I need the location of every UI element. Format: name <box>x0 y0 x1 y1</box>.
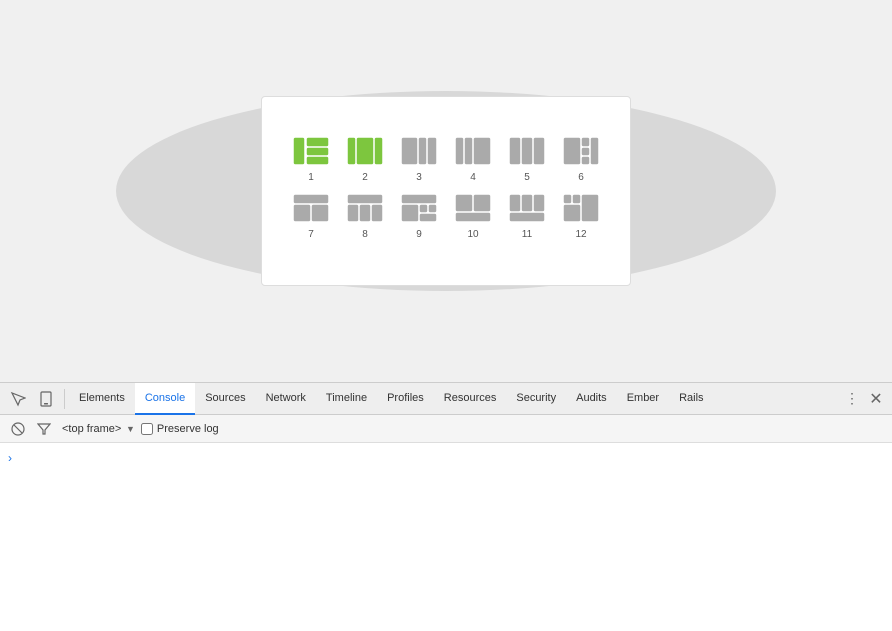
grid-item-9[interactable]: 9 <box>398 191 440 240</box>
grid-row-1: 1 2 <box>290 134 602 183</box>
layout-icon-4 <box>452 134 494 168</box>
tab-ember[interactable]: Ember <box>617 383 669 415</box>
preserve-log-checkbox[interactable] <box>141 423 153 435</box>
grid-item-1[interactable]: 1 <box>290 134 332 183</box>
grid-label-2: 2 <box>362 172 368 183</box>
grid-item-8[interactable]: 8 <box>344 191 386 240</box>
frame-select-input[interactable]: <top frame> <box>60 423 124 435</box>
grid-item-5[interactable]: 5 <box>506 134 548 183</box>
console-prompt[interactable]: › <box>8 447 884 469</box>
grid-label-3: 3 <box>416 172 422 183</box>
layout-icon-1 <box>290 134 332 168</box>
layout-icon-3 <box>398 134 440 168</box>
tab-profiles[interactable]: Profiles <box>377 383 434 415</box>
grid-label-1: 1 <box>308 172 314 183</box>
devtools-panel: Elements Console Sources Network Timelin… <box>0 382 892 631</box>
console-content: › <box>0 443 892 631</box>
grid-item-3[interactable]: 3 <box>398 134 440 183</box>
layout-icon-12 <box>560 191 602 225</box>
grid-label-10: 10 <box>467 229 478 240</box>
layout-icon-2 <box>344 134 386 168</box>
grid-label-7: 7 <box>308 229 314 240</box>
more-options-button[interactable]: ⋮ <box>840 385 864 413</box>
grid-label-8: 8 <box>362 229 368 240</box>
layout-icon-6 <box>560 134 602 168</box>
layout-panel: 1 2 <box>261 96 631 286</box>
main-content: 1 2 <box>0 0 892 382</box>
frame-dropdown-arrow: ▼ <box>126 424 135 434</box>
tab-security[interactable]: Security <box>506 383 566 415</box>
grid-row-2: 7 8 <box>290 191 602 240</box>
grid-item-7[interactable]: 7 <box>290 191 332 240</box>
layout-icon-8 <box>344 191 386 225</box>
tab-divider <box>64 389 65 409</box>
grid-item-4[interactable]: 4 <box>452 134 494 183</box>
tab-audits[interactable]: Audits <box>566 383 617 415</box>
tab-timeline[interactable]: Timeline <box>316 383 377 415</box>
console-toolbar: <top frame> ▼ Preserve log <box>0 415 892 443</box>
devtools-tabs-bar: Elements Console Sources Network Timelin… <box>0 383 892 415</box>
grid-item-12[interactable]: 12 <box>560 191 602 240</box>
grid-item-10[interactable]: 10 <box>452 191 494 240</box>
frame-selector[interactable]: <top frame> ▼ <box>60 423 135 435</box>
tab-resources[interactable]: Resources <box>434 383 507 415</box>
layout-icon-9 <box>398 191 440 225</box>
grid-label-9: 9 <box>416 229 422 240</box>
tab-sources[interactable]: Sources <box>195 383 255 415</box>
tab-elements[interactable]: Elements <box>69 383 135 415</box>
grid-item-2[interactable]: 2 <box>344 134 386 183</box>
grid-item-11[interactable]: 11 <box>506 191 548 240</box>
layout-icon-7 <box>290 191 332 225</box>
layout-icon-10 <box>452 191 494 225</box>
layout-icon-5 <box>506 134 548 168</box>
inspect-icon[interactable] <box>4 385 32 413</box>
grid-label-5: 5 <box>524 172 530 183</box>
tab-rails[interactable]: Rails <box>669 383 713 415</box>
grid-label-6: 6 <box>578 172 584 183</box>
clear-console-icon[interactable] <box>8 419 28 439</box>
layout-icon-11 <box>506 191 548 225</box>
preserve-log-label[interactable]: Preserve log <box>141 423 219 435</box>
device-icon[interactable] <box>32 385 60 413</box>
close-devtools-button[interactable]: ✕ <box>864 385 888 413</box>
grid-label-4: 4 <box>470 172 476 183</box>
tab-network[interactable]: Network <box>256 383 316 415</box>
grid-label-12: 12 <box>575 229 586 240</box>
grid-label-11: 11 <box>522 229 532 240</box>
grid-item-6[interactable]: 6 <box>560 134 602 183</box>
tab-console[interactable]: Console <box>135 383 195 415</box>
oval-background: 1 2 <box>116 91 776 291</box>
filter-icon[interactable] <box>34 419 54 439</box>
console-chevron-icon: › <box>8 451 12 465</box>
preserve-log-text: Preserve log <box>157 423 219 435</box>
